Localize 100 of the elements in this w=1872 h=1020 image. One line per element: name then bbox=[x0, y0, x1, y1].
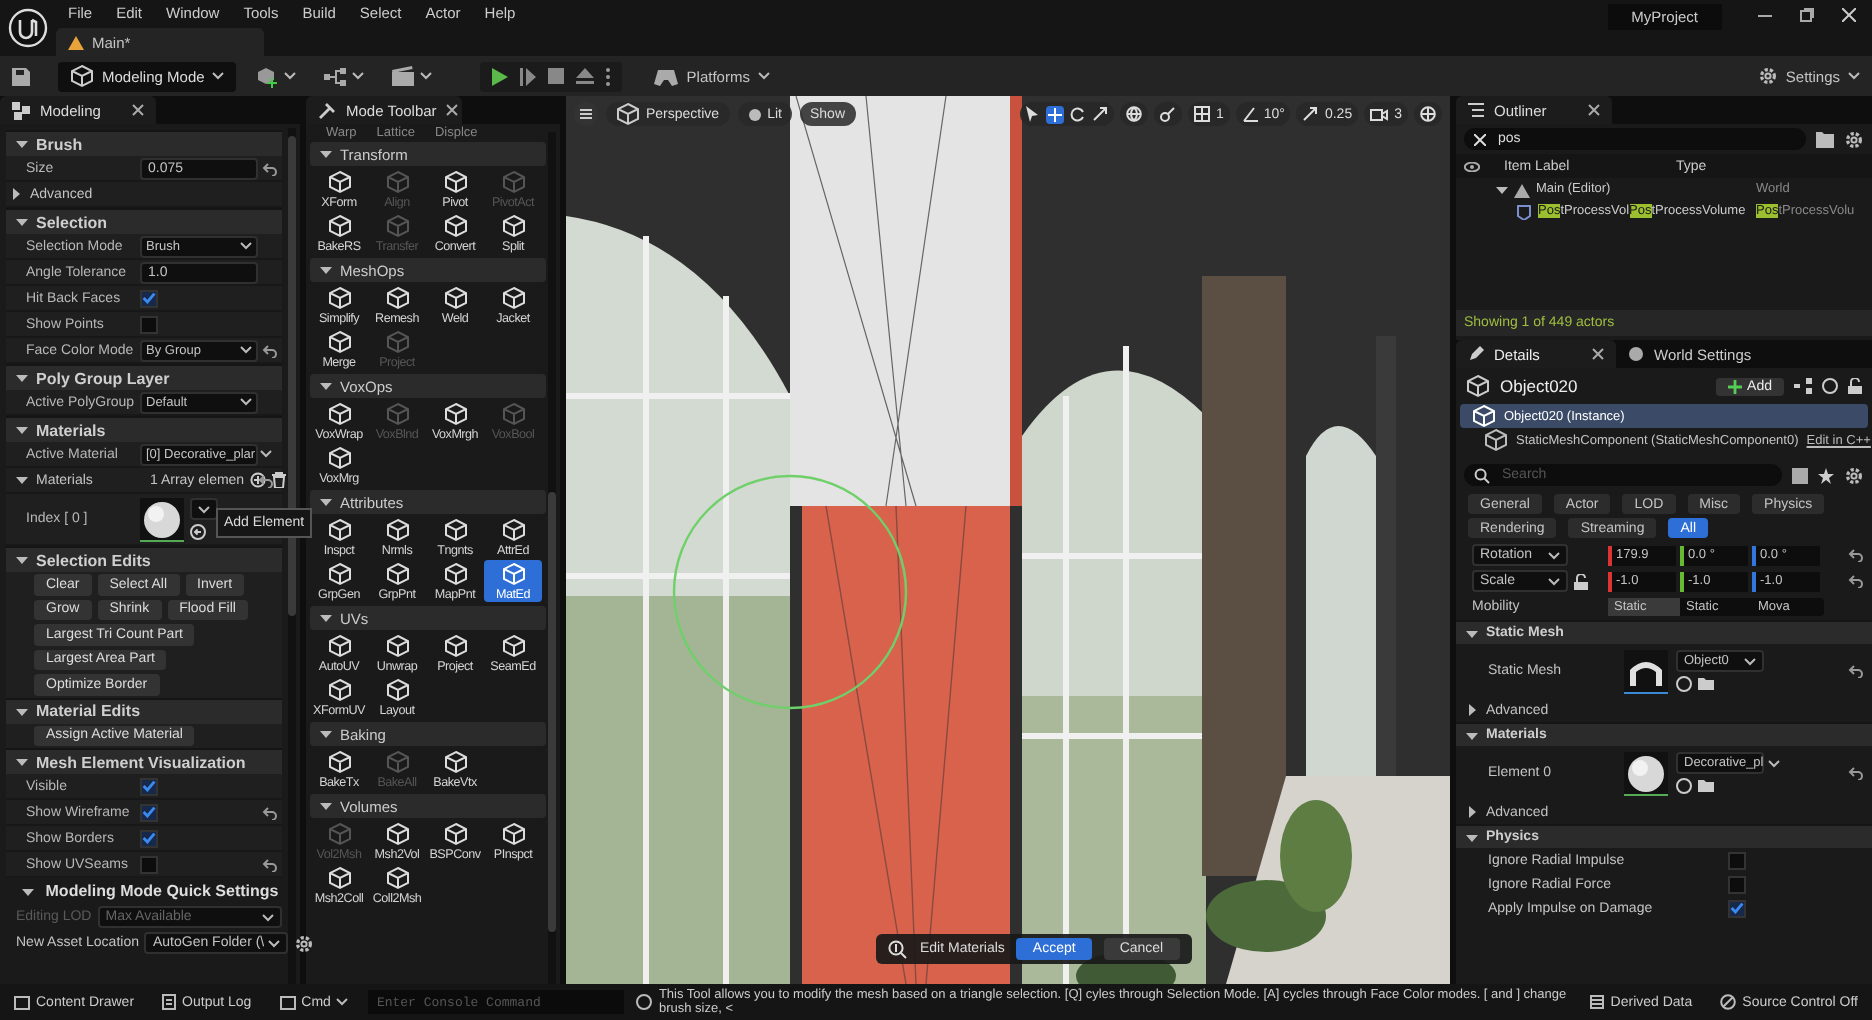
checkbox[interactable] bbox=[140, 315, 158, 333]
play-icon[interactable] bbox=[492, 67, 509, 85]
cubes-icon bbox=[12, 101, 30, 119]
cube-icon bbox=[327, 633, 351, 657]
reset-arrow-icon[interactable] bbox=[262, 857, 278, 871]
cube-icon bbox=[385, 677, 409, 701]
help-icon[interactable] bbox=[1822, 378, 1838, 394]
trash-icon[interactable] bbox=[272, 472, 287, 488]
reset-arrow-icon[interactable] bbox=[262, 805, 278, 819]
checkmark-icon bbox=[1730, 902, 1744, 914]
clear-icon[interactable] bbox=[1474, 133, 1486, 145]
cube-icon bbox=[501, 213, 525, 237]
diagonal-arrow-icon bbox=[1302, 106, 1319, 122]
chevron-down-icon bbox=[268, 939, 281, 947]
reset-arrow-icon[interactable] bbox=[258, 473, 274, 487]
scrollbar-thumb[interactable] bbox=[548, 492, 556, 932]
checkbox[interactable] bbox=[140, 289, 158, 307]
add-icon[interactable] bbox=[250, 472, 267, 488]
chevron-down-icon bbox=[240, 242, 252, 250]
move-icon[interactable] bbox=[1045, 105, 1064, 123]
expand-triangle-icon bbox=[1466, 627, 1478, 639]
checkbox[interactable] bbox=[1728, 899, 1746, 917]
camera-icon bbox=[1370, 107, 1389, 121]
search-icon bbox=[1474, 467, 1490, 483]
eye-icon[interactable] bbox=[1464, 161, 1480, 171]
checkbox[interactable] bbox=[140, 855, 158, 873]
close-icon[interactable] bbox=[1592, 348, 1604, 360]
save-icon[interactable] bbox=[12, 67, 30, 85]
expand-triangle-icon bbox=[16, 554, 28, 566]
cube-icon bbox=[1484, 428, 1508, 452]
lock-icon[interactable] bbox=[1848, 378, 1862, 394]
reset-arrow-icon[interactable] bbox=[1848, 574, 1864, 588]
asset-dropdown[interactable] bbox=[190, 498, 218, 520]
eject-icon[interactable] bbox=[576, 68, 595, 84]
cube-icon bbox=[385, 633, 409, 657]
chevron-down-icon bbox=[284, 72, 297, 80]
restore-icon[interactable] bbox=[1800, 8, 1814, 22]
scale-icon[interactable] bbox=[1091, 106, 1108, 122]
reset-arrow-icon[interactable] bbox=[262, 343, 278, 357]
checkbox[interactable] bbox=[1728, 875, 1746, 893]
level-icon bbox=[68, 35, 84, 49]
settings-icon[interactable] bbox=[294, 933, 315, 953]
browse-arrow-icon[interactable] bbox=[190, 524, 206, 540]
step-icon[interactable] bbox=[520, 67, 537, 85]
more-icon[interactable] bbox=[606, 67, 611, 85]
grid-icon bbox=[1193, 106, 1210, 122]
stop-icon[interactable] bbox=[548, 68, 565, 84]
blueprint-icon[interactable] bbox=[1794, 378, 1812, 394]
star-icon[interactable] bbox=[1818, 467, 1834, 483]
reset-arrow-icon[interactable] bbox=[262, 161, 278, 175]
section-header[interactable]: Materials bbox=[6, 416, 282, 442]
chevron-down-icon bbox=[1767, 759, 1780, 767]
checkbox[interactable] bbox=[1728, 851, 1746, 869]
reset-arrow-icon[interactable] bbox=[1848, 664, 1864, 678]
settings-icon[interactable] bbox=[1844, 129, 1864, 149]
cube-icon bbox=[385, 213, 409, 237]
chevron-down-icon bbox=[212, 72, 225, 80]
close-icon[interactable] bbox=[1842, 8, 1856, 22]
section-header[interactable]: Selection bbox=[6, 208, 282, 234]
cube-icon bbox=[327, 329, 351, 353]
close-icon[interactable] bbox=[132, 104, 144, 116]
log-icon bbox=[162, 994, 177, 1010]
chevron-down-icon bbox=[240, 398, 252, 406]
settings-icon[interactable] bbox=[1844, 465, 1864, 485]
close-icon[interactable] bbox=[1588, 104, 1600, 116]
close-icon[interactable] bbox=[446, 104, 459, 116]
rotate-icon[interactable] bbox=[1069, 106, 1086, 122]
chevron-down-icon bbox=[1744, 657, 1756, 665]
checkbox[interactable] bbox=[140, 803, 158, 821]
expand-triangle-icon bbox=[320, 380, 332, 392]
expand-triangle-icon bbox=[16, 372, 28, 384]
cube-icon bbox=[327, 821, 351, 845]
section-header[interactable]: Poly Group Layer bbox=[6, 364, 282, 390]
reset-arrow-icon[interactable] bbox=[1848, 548, 1864, 562]
checkbox[interactable] bbox=[140, 829, 158, 847]
settings-icon[interactable] bbox=[1757, 66, 1778, 86]
section-header[interactable]: Selection Edits bbox=[6, 546, 282, 572]
cube-icon bbox=[1466, 374, 1490, 398]
expand-triangle-icon bbox=[320, 612, 332, 624]
list-icon bbox=[1468, 102, 1484, 118]
lock-icon[interactable] bbox=[1574, 573, 1588, 589]
expand-triangle-icon bbox=[16, 138, 28, 150]
section-header[interactable]: Brush bbox=[6, 130, 282, 156]
cube-icon bbox=[501, 517, 525, 541]
chevron-down-icon bbox=[757, 72, 770, 80]
expand-triangle-icon bbox=[1466, 729, 1478, 741]
section-header[interactable]: Mesh Element Visualization bbox=[6, 748, 282, 774]
table-icon[interactable] bbox=[1792, 467, 1808, 483]
gamepad-icon bbox=[654, 67, 679, 85]
reset-arrow-icon[interactable] bbox=[1848, 766, 1864, 780]
cube-icon bbox=[385, 285, 409, 309]
chevron-down-icon bbox=[1548, 577, 1560, 585]
folder-plus-icon[interactable] bbox=[1816, 131, 1834, 147]
drawer-icon bbox=[14, 995, 30, 1009]
cube-icon bbox=[443, 169, 467, 193]
expand-triangle-icon bbox=[320, 800, 332, 812]
chevron-down-icon bbox=[420, 72, 433, 80]
section-header[interactable]: Material Edits bbox=[6, 697, 282, 723]
expand-triangle-icon[interactable] bbox=[1496, 183, 1508, 195]
checkbox[interactable] bbox=[140, 777, 158, 795]
